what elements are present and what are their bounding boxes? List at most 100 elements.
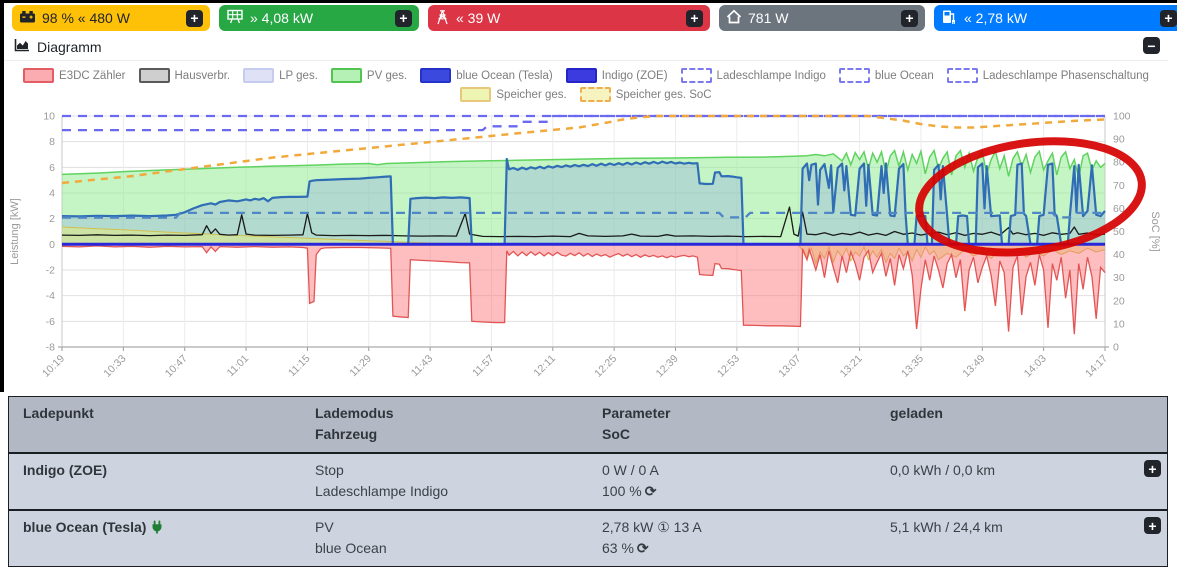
refresh-soc-icon[interactable]: ⟳ <box>637 540 649 556</box>
svg-text:12:11: 12:11 <box>531 353 558 380</box>
legend-label: Indigo (ZOE) <box>602 70 668 82</box>
chargepoint-name-cell: Indigo (ZOE) <box>9 454 301 509</box>
svg-text:12:25: 12:25 <box>592 353 619 380</box>
svg-text:13:49: 13:49 <box>960 353 987 380</box>
svg-text:13:21: 13:21 <box>838 353 865 380</box>
svg-text:40: 40 <box>1113 249 1125 261</box>
svg-text:11:29: 11:29 <box>347 353 374 380</box>
svg-text:11:43: 11:43 <box>409 353 436 380</box>
legend-item: blue Ocean (Tesla) <box>420 68 553 83</box>
svg-text:12:39: 12:39 <box>654 353 681 380</box>
house-badge-expand-button[interactable]: + <box>901 10 918 27</box>
legend-swatch <box>139 68 170 83</box>
refresh-soc-icon[interactable]: ⟳ <box>645 483 657 499</box>
row-expand-button[interactable]: + <box>1144 460 1161 477</box>
svg-text:10:19: 10:19 <box>40 353 67 380</box>
legend-swatch <box>243 68 274 83</box>
legend-item: Speicher ges. SoC <box>580 87 712 102</box>
legend-swatch <box>23 68 54 83</box>
legend-swatch <box>420 68 451 83</box>
legend-swatch <box>460 87 491 102</box>
svg-text:2: 2 <box>49 213 55 225</box>
grid-badge-expand-button[interactable]: + <box>686 10 703 27</box>
svg-text:-8: -8 <box>46 342 55 354</box>
charged-cell: 0,0 kWh / 0,0 km <box>876 454 1167 509</box>
legend-item: PV ges. <box>331 68 407 83</box>
svg-text:4: 4 <box>49 188 55 200</box>
svg-text:Leistung [kW]: Leistung [kW] <box>9 198 21 265</box>
diagram-card-header: Diagramm − <box>4 33 1168 61</box>
svg-text:14:17: 14:17 <box>1083 353 1110 380</box>
legend-swatch <box>331 68 362 83</box>
legend-label: LP ges. <box>279 70 318 82</box>
svg-text:14:03: 14:03 <box>1022 353 1049 380</box>
solar-panel-icon <box>226 9 244 27</box>
svg-text:6: 6 <box>49 162 55 174</box>
header-lademodus-fahrzeug: LademodusFahrzeug <box>301 397 588 452</box>
chart-legend: E3DC Zähler Hausverbr. LP ges. PV ges. blue … <box>4 61 1168 102</box>
pv-badge-text: » 4,08 kW <box>250 10 313 26</box>
chargepoint-badge-expand-button[interactable]: + <box>1160 10 1177 27</box>
grid-badge-text: « 39 W <box>456 10 500 26</box>
legend-item: E3DC Zähler <box>23 68 125 83</box>
chart-icon <box>14 38 30 55</box>
chargepoint-badge-text: « 2,78 kW <box>964 10 1027 26</box>
svg-text:10: 10 <box>43 111 55 123</box>
battery-badge-expand-button[interactable]: + <box>186 10 203 27</box>
svg-text:8: 8 <box>49 136 55 148</box>
svg-text:30: 30 <box>1113 272 1125 284</box>
charging-station-icon <box>941 9 958 28</box>
svg-text:-6: -6 <box>46 316 55 328</box>
header-geladen: geladen <box>876 397 1167 452</box>
chargepoint-name-cell: blue Ocean (Tesla) <box>9 511 301 566</box>
table-row: Indigo (ZOE) StopLadeschlampe Indigo 0 W… <box>9 454 1167 509</box>
parameter-soc-cell: 0 W / 0 A100 %⟳ <box>588 454 876 509</box>
svg-text:13:07: 13:07 <box>776 353 803 380</box>
legend-swatch <box>580 87 611 102</box>
legend-item: blue Ocean <box>839 68 934 83</box>
legend-label: E3DC Zähler <box>59 70 125 82</box>
plug-connected-icon <box>151 519 163 540</box>
pv-status-badge[interactable]: » 4,08 kW + <box>219 5 419 31</box>
mode-vehicle-cell: StopLadeschlampe Indigo <box>301 454 588 509</box>
power-soc-chart: 1086420-2-4-6-8100908070605040302010010:… <box>4 106 1168 390</box>
status-badge-bar: 98 % « 480 W + » 4,08 kW + « 39 W + 781 … <box>12 5 1177 31</box>
legend-label: Ladeschlampe Phasenschaltung <box>983 70 1149 82</box>
house-status-badge[interactable]: 781 W + <box>719 5 925 31</box>
battery-icon <box>19 9 36 27</box>
legend-swatch <box>947 68 978 83</box>
legend-item: Indigo (ZOE) <box>566 68 668 83</box>
legend-label: Ladeschlampe Indigo <box>717 70 826 82</box>
diagram-title: Diagramm <box>37 39 102 55</box>
svg-text:10: 10 <box>1113 318 1125 330</box>
svg-text:-2: -2 <box>46 265 55 277</box>
header-ladepunkt: Ladepunkt <box>9 397 301 452</box>
legend-label: blue Ocean <box>875 70 934 82</box>
chargepoint-table: Ladepunkt LademodusFahrzeug ParameterSoC… <box>8 396 1168 567</box>
battery-status-badge[interactable]: 98 % « 480 W + <box>12 5 210 31</box>
parameter-soc-cell: 2,78 kW ① 13 A63 %⟳ <box>588 511 876 566</box>
svg-text:-4: -4 <box>46 290 55 302</box>
svg-text:90: 90 <box>1113 134 1125 146</box>
charged-cell: 5,1 kWh / 24,4 km <box>876 511 1167 566</box>
svg-text:10:33: 10:33 <box>101 353 128 380</box>
legend-swatch <box>839 68 870 83</box>
legend-swatch <box>566 68 597 83</box>
window-top-border <box>0 0 1177 3</box>
svg-text:12:53: 12:53 <box>715 353 742 380</box>
row-expand-button[interactable]: + <box>1144 517 1161 534</box>
legend-swatch <box>681 68 712 83</box>
grid-status-badge[interactable]: « 39 W + <box>428 5 710 31</box>
pv-badge-expand-button[interactable]: + <box>395 10 412 27</box>
svg-text:0: 0 <box>1113 342 1119 354</box>
legend-item: Hausverbr. <box>139 68 231 83</box>
svg-text:11:15: 11:15 <box>286 353 313 380</box>
chargepoint-status-badge[interactable]: « 2,78 kW + <box>934 5 1177 31</box>
legend-label: Hausverbr. <box>175 70 231 82</box>
legend-item: Ladeschlampe Phasenschaltung <box>947 68 1149 83</box>
svg-text:11:57: 11:57 <box>470 353 497 380</box>
svg-text:20: 20 <box>1113 295 1125 307</box>
svg-text:11:01: 11:01 <box>225 353 252 380</box>
power-pole-icon <box>435 9 450 28</box>
diagram-collapse-button[interactable]: − <box>1143 37 1160 54</box>
